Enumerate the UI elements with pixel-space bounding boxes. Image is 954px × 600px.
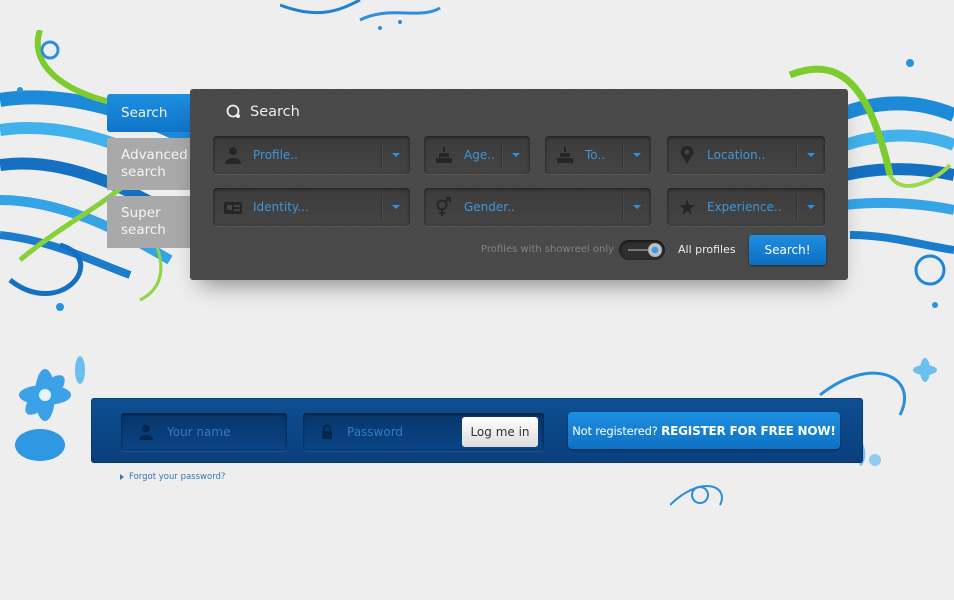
chevron-down-icon: [502, 153, 530, 157]
search-mode-tabs: Search Advanced search Super search: [107, 94, 210, 248]
star-icon: [667, 198, 707, 216]
register-cta: REGISTER FOR FREE NOW!: [661, 423, 836, 438]
toggle-left-label: Profiles with showreel only: [481, 244, 615, 255]
chevron-down-icon: [797, 153, 825, 157]
chevron-down-icon: [623, 153, 651, 157]
identity-dropdown[interactable]: Identity...: [213, 188, 410, 226]
search-submit-button[interactable]: Search!: [749, 235, 826, 265]
lock-icon: [322, 424, 332, 439]
decorative-swirl-top: [280, 0, 441, 30]
panel-title-text: Search: [250, 104, 300, 120]
login-bar: Log me in Not registered? REGISTER FOR F…: [91, 398, 863, 463]
forgot-password-text: Forgot your password?: [129, 472, 226, 482]
identity-label: Identity...: [253, 200, 309, 214]
location-dropdown[interactable]: Location..: [667, 136, 825, 174]
panel-title: Search: [226, 104, 300, 120]
toggle-track: [628, 249, 650, 251]
tab-search[interactable]: Search: [107, 94, 210, 132]
username-input[interactable]: [167, 425, 277, 439]
location-pin-icon: [667, 146, 707, 164]
chevron-down-icon: [623, 205, 651, 209]
person-icon: [213, 146, 253, 164]
login-button[interactable]: Log me in: [462, 417, 538, 447]
password-input[interactable]: [347, 425, 457, 439]
search-icon: [226, 104, 240, 118]
profile-dropdown-label: Profile..: [253, 148, 298, 162]
tab-super-search[interactable]: Super search: [107, 196, 190, 248]
cake-icon: [424, 146, 464, 164]
profile-dropdown[interactable]: Profile..: [213, 136, 410, 174]
gender-dropdown[interactable]: Gender..: [424, 188, 651, 226]
chevron-down-icon: [382, 153, 410, 157]
age-to-dropdown[interactable]: To..: [545, 136, 651, 174]
id-card-icon: [213, 199, 253, 215]
chevron-down-icon: [797, 205, 825, 209]
register-prefix: Not registered?: [572, 423, 662, 438]
gender-icon: [424, 197, 464, 217]
cake-icon: [545, 146, 585, 164]
gender-label: Gender..: [464, 200, 515, 214]
tab-advanced-search[interactable]: Advanced search: [107, 138, 190, 190]
location-label: Location..: [707, 148, 766, 162]
age-to-label: To..: [585, 148, 606, 162]
showreel-toggle[interactable]: [619, 240, 665, 260]
age-from-dropdown[interactable]: Age..: [424, 136, 530, 174]
age-from-label: Age..: [464, 148, 495, 162]
chevron-down-icon: [382, 205, 410, 209]
arrow-right-icon: [120, 474, 124, 480]
register-button[interactable]: Not registered? REGISTER FOR FREE NOW!: [568, 412, 840, 449]
toggle-right-label: All profiles: [678, 243, 736, 256]
user-icon: [139, 424, 153, 440]
username-field[interactable]: [121, 413, 287, 451]
search-panel: Search Profile.. Age.. To.. Location.. I…: [190, 89, 848, 280]
toggle-knob[interactable]: [648, 243, 662, 257]
experience-label: Experience..: [707, 200, 782, 214]
forgot-password-link[interactable]: Forgot your password?: [120, 472, 225, 482]
experience-dropdown[interactable]: Experience..: [667, 188, 825, 226]
